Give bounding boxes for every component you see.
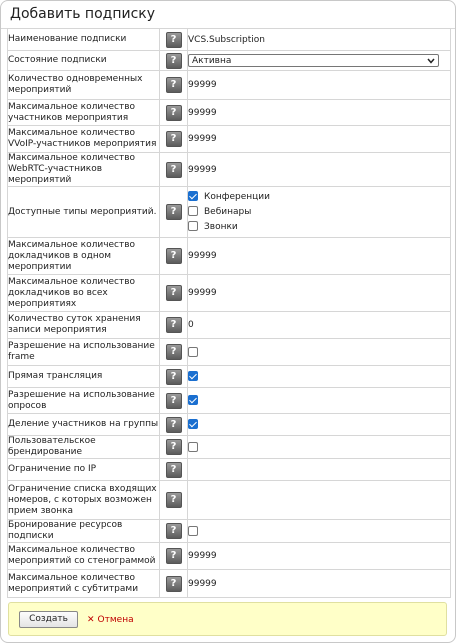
- row-label: Ограничение по IP: [7, 458, 160, 481]
- row-booking: Бронирование ресурсов подписки ?: [7, 519, 451, 543]
- create-button[interactable]: Создать: [19, 611, 78, 628]
- row-label: Бронирование ресурсов подписки: [7, 519, 160, 543]
- row-polls: Разрешение на использование опросов ?: [7, 387, 451, 414]
- concurrent-value[interactable]: 99999: [187, 70, 451, 100]
- event-type-conferences[interactable]: Конференции: [188, 190, 450, 205]
- row-frame: Разрешение на использование frame ?: [7, 338, 451, 366]
- cancel-label: Отмена: [97, 615, 134, 625]
- row-label: Доступные типы мероприятий.: [7, 186, 160, 238]
- row-label: Прямая трансляция: [7, 365, 160, 388]
- row-speakers-all: Максимальное количество докладчиков во в…: [7, 274, 451, 312]
- row-event-types: Доступные типы мероприятий. ? Конференци…: [7, 186, 451, 238]
- state-select-value: Активна: [192, 55, 232, 66]
- help-icon[interactable]: ?: [165, 368, 182, 385]
- row-label: Максимальное количество WebRTC-участнико…: [7, 152, 160, 187]
- row-max-participants: Максимальное количество участников мероп…: [7, 99, 451, 126]
- row-label: Максимальное количество участников мероп…: [7, 99, 160, 126]
- help-icon[interactable]: ?: [165, 523, 182, 539]
- row-name: Наименование подписки ? VCS.Subscription: [7, 28, 451, 51]
- checkbox-live[interactable]: [188, 371, 198, 382]
- option-label: Вебинары: [204, 206, 252, 217]
- checkbox-frame[interactable]: [188, 346, 198, 357]
- help-icon[interactable]: ?: [165, 416, 182, 433]
- row-label: Максимальное количество мероприятий с су…: [7, 569, 160, 598]
- row-branding: Пользовательское брендирование ?: [7, 435, 451, 459]
- checkbox-booking[interactable]: [188, 525, 198, 536]
- row-label: Разрешение на использование frame: [7, 338, 160, 366]
- help-icon[interactable]: ?: [165, 285, 182, 301]
- add-subscription-panel: Добавить подписку Наименование подписки …: [0, 0, 456, 643]
- checkbox-webinars[interactable]: [188, 206, 198, 216]
- help-icon[interactable]: ?: [165, 104, 182, 121]
- incoming-limit-value[interactable]: [187, 480, 451, 520]
- row-state: Состояние подписки ? Активна: [7, 50, 451, 71]
- row-storage-days: Количество суток хранения записи меропри…: [7, 311, 451, 339]
- option-label: Звонки: [204, 221, 238, 232]
- help-icon[interactable]: ?: [165, 392, 182, 409]
- close-icon: ✕: [87, 615, 95, 625]
- row-label: Разрешение на использование опросов: [7, 387, 160, 414]
- subscription-form: Наименование подписки ? VCS.Subscription…: [7, 28, 451, 598]
- row-label: Количество одновременных мероприятий: [7, 70, 160, 100]
- row-label: Состояние подписки: [7, 50, 160, 71]
- row-ip-limit: Ограничение по IP ?: [7, 458, 451, 481]
- stenogram-value[interactable]: 99999: [187, 542, 451, 570]
- max-voip-value[interactable]: 99999: [187, 125, 451, 153]
- page-title: Добавить подписку: [1, 1, 455, 29]
- checkbox-polls[interactable]: [188, 395, 198, 406]
- row-label: Максимальное количество мероприятий со с…: [7, 542, 160, 570]
- row-concurrent: Количество одновременных мероприятий ? 9…: [7, 70, 451, 100]
- form-footer: Создать ✕ Отмена: [8, 602, 447, 636]
- row-label: Максимальное количество докладчиков во в…: [7, 274, 160, 312]
- checkbox-conferences[interactable]: [188, 191, 198, 201]
- state-select[interactable]: Активна: [188, 54, 439, 67]
- help-icon[interactable]: ?: [165, 344, 182, 360]
- speakers-one-value[interactable]: 99999: [187, 237, 451, 275]
- row-label: Ограничение списка входящих номеров, с к…: [7, 480, 160, 520]
- event-types-group: Конференции Вебинары Звонки: [187, 186, 451, 238]
- row-label: Наименование подписки: [7, 28, 160, 51]
- help-icon[interactable]: ?: [165, 492, 182, 508]
- ip-limit-value[interactable]: [187, 458, 451, 481]
- help-icon[interactable]: ?: [165, 161, 182, 178]
- help-icon[interactable]: ?: [165, 248, 182, 264]
- help-icon[interactable]: ?: [165, 204, 182, 220]
- help-icon[interactable]: ?: [165, 31, 182, 48]
- row-label: Максимальное количество VVoIP-участников…: [7, 125, 160, 153]
- row-subtitles: Максимальное количество мероприятий с су…: [7, 569, 451, 598]
- help-icon[interactable]: ?: [165, 77, 182, 93]
- help-icon[interactable]: ?: [165, 575, 182, 592]
- row-max-webrtc: Максимальное количество WebRTC-участнико…: [7, 152, 451, 187]
- row-label: Количество суток хранения записи меропри…: [7, 311, 160, 339]
- row-incoming-limit: Ограничение списка входящих номеров, с к…: [7, 480, 451, 520]
- row-max-voip: Максимальное количество VVoIP-участников…: [7, 125, 451, 153]
- checkbox-branding[interactable]: [188, 441, 198, 452]
- row-live: Прямая трансляция ?: [7, 365, 451, 388]
- max-webrtc-value[interactable]: 99999: [187, 152, 451, 187]
- row-stenogram: Максимальное количество мероприятий со с…: [7, 542, 451, 570]
- row-groups: Деление участников на группы ?: [7, 413, 451, 436]
- subtitles-value[interactable]: 99999: [187, 569, 451, 598]
- max-participants-value[interactable]: 99999: [187, 99, 451, 126]
- name-value[interactable]: VCS.Subscription: [187, 28, 451, 51]
- help-icon[interactable]: ?: [165, 317, 182, 333]
- help-icon[interactable]: ?: [165, 52, 182, 69]
- row-label: Максимальное количество докладчиков в од…: [7, 237, 160, 275]
- option-label: Конференции: [204, 191, 270, 202]
- cancel-link[interactable]: ✕ Отмена: [87, 613, 134, 627]
- row-label: Деление участников на группы: [7, 413, 160, 436]
- checkbox-groups[interactable]: [188, 419, 198, 430]
- event-type-calls[interactable]: Звонки: [188, 220, 450, 235]
- help-icon[interactable]: ?: [165, 439, 182, 455]
- help-icon[interactable]: ?: [165, 548, 182, 564]
- checkbox-calls[interactable]: [188, 221, 198, 231]
- storage-days-value[interactable]: 0: [187, 311, 451, 339]
- row-speakers-one: Максимальное количество докладчиков в од…: [7, 237, 451, 275]
- chevron-down-icon: [427, 58, 435, 64]
- help-icon[interactable]: ?: [165, 131, 182, 147]
- speakers-all-value[interactable]: 99999: [187, 274, 451, 312]
- event-type-webinars[interactable]: Вебинары: [188, 205, 450, 220]
- help-icon[interactable]: ?: [165, 461, 182, 478]
- row-label: Пользовательское брендирование: [7, 435, 160, 459]
